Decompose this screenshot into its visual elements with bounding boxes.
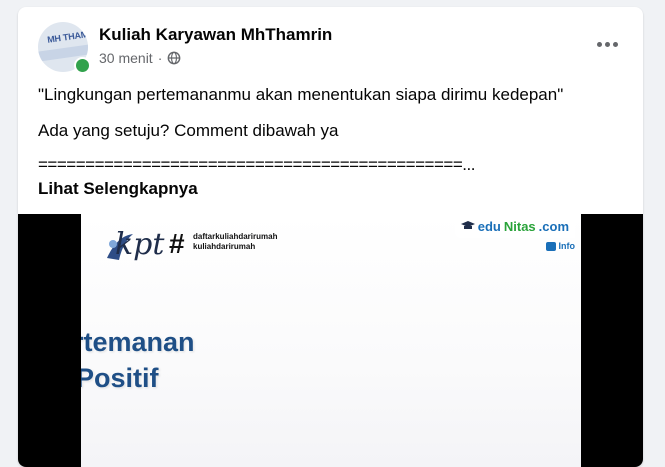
- hashtag-list: daftarkuliahdarirumah kuliahdarirumah: [193, 232, 277, 252]
- post-text-line: Ada yang setuju? Comment dibawah ya: [38, 121, 339, 140]
- more-dot: [596, 41, 602, 47]
- post-meta: 30 menit ·: [99, 50, 181, 66]
- post-text-line: ========================================…: [38, 155, 475, 174]
- post-timestamp[interactable]: 30 menit: [99, 50, 153, 66]
- hashtag: kuliahdarirumah: [193, 242, 256, 251]
- globe-icon[interactable]: [167, 51, 181, 65]
- info-label: Info: [558, 241, 576, 251]
- info-icon: [545, 241, 556, 251]
- brand-badge: edu Nitas .com: [454, 214, 575, 238]
- more-dot: [612, 41, 618, 47]
- more-dot: [604, 41, 610, 47]
- see-more-link[interactable]: Lihat Selengkapnya: [38, 178, 198, 200]
- post-card: MH THAMRIN Kuliah Karyawan MhThamrin 30 …: [18, 7, 643, 467]
- headline-line: rtemanan: [81, 327, 195, 357]
- info-badge: Info: [545, 241, 576, 251]
- graduation-cap-icon: [460, 221, 475, 229]
- post-image[interactable]: kpt # daftarkuliahdarirumah kuliahdariru…: [18, 214, 643, 467]
- headline-line: Positif: [81, 363, 159, 393]
- brand-main: Nitas: [503, 218, 536, 234]
- logo-text: kpt: [115, 227, 165, 262]
- avatar-text: MH THAMRIN: [46, 27, 88, 45]
- post-text-line: "Lingkungan pertemananmu akan menentukan…: [38, 85, 564, 104]
- hashtag: daftarkuliahdarirumah: [193, 232, 278, 241]
- image-slide: kpt # daftarkuliahdarirumah kuliahdariru…: [81, 214, 581, 467]
- meta-separator: ·: [157, 50, 163, 66]
- hashtag-symbol: #: [169, 228, 185, 259]
- image-headline: rtemanan Positif: [81, 324, 195, 393]
- page-name-link[interactable]: Kuliah Karyawan MhThamrin: [99, 25, 332, 45]
- brand-suffix: .com: [538, 218, 569, 234]
- more-options-icon[interactable]: [589, 32, 625, 56]
- online-status-icon: [74, 57, 91, 74]
- brand-prefix: edu: [477, 218, 501, 234]
